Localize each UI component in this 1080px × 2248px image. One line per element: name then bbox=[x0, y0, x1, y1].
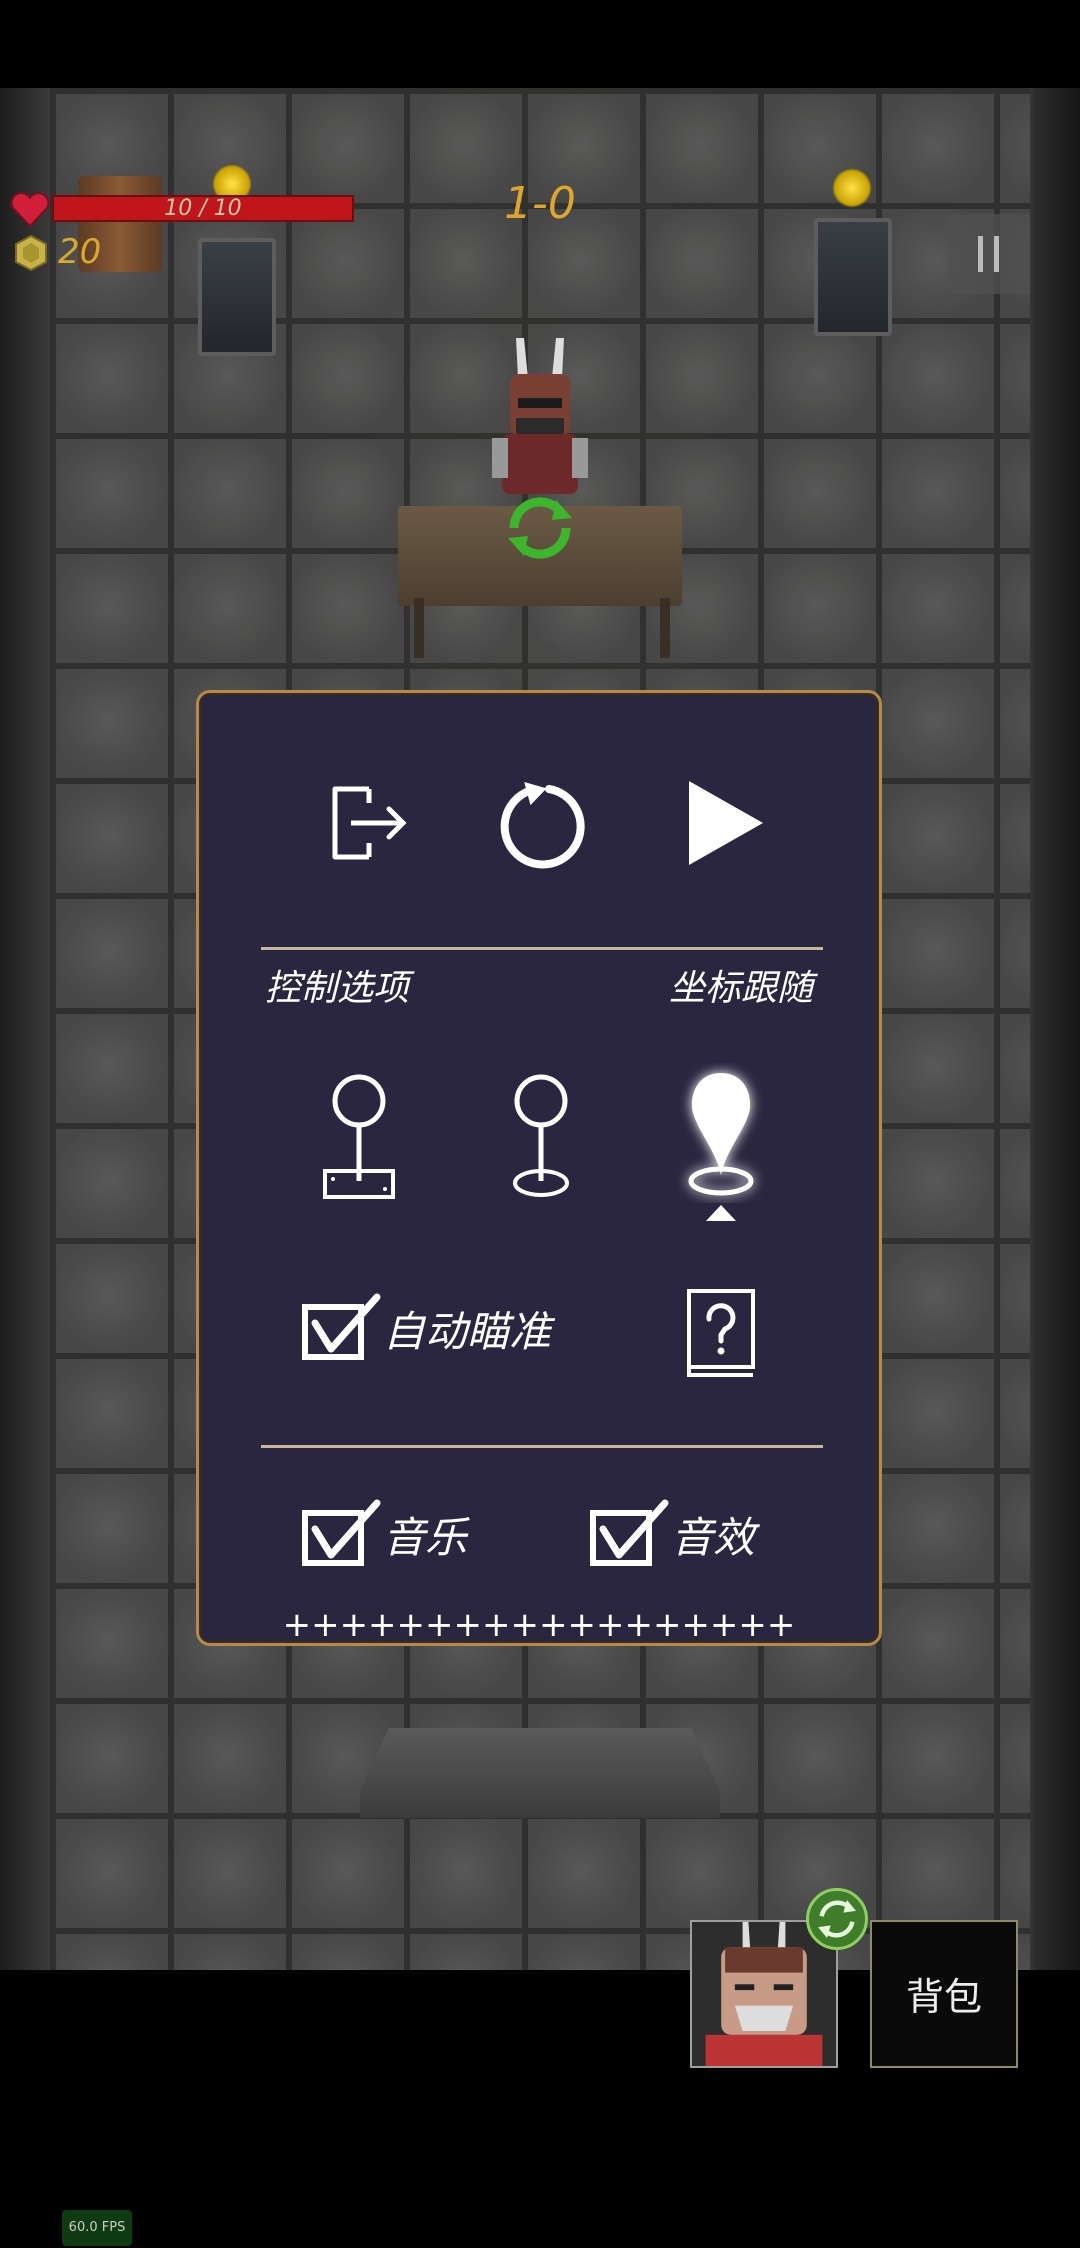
floating-joystick-icon[interactable] bbox=[501, 1073, 581, 1203]
checkbox-checked-icon bbox=[302, 1293, 381, 1360]
checkbox-checked-icon bbox=[590, 1499, 669, 1566]
heart-icon bbox=[10, 192, 50, 228]
music-toggle[interactable]: 音乐 bbox=[301, 1499, 467, 1569]
left-torch-pillar bbox=[198, 238, 276, 356]
level-indicator: 1-0 bbox=[504, 178, 576, 229]
sound-effects-toggle[interactable]: 音效 bbox=[589, 1499, 755, 1569]
table-leg bbox=[414, 598, 424, 658]
auto-aim-toggle[interactable]: 自动瞄准 bbox=[301, 1293, 551, 1363]
pause-bar-left bbox=[978, 236, 983, 272]
sound-effects-label: 音效 bbox=[671, 1512, 756, 1562]
divider-bottom bbox=[261, 1445, 823, 1448]
divider-top bbox=[261, 947, 823, 950]
right-torch-flame bbox=[832, 168, 872, 208]
restart-icon[interactable] bbox=[491, 773, 591, 873]
stone-pedestal bbox=[360, 1728, 720, 1818]
fps-counter: 60.0 FPS bbox=[62, 2210, 132, 2246]
help-book-icon[interactable] bbox=[681, 1283, 761, 1383]
coin-icon bbox=[15, 234, 47, 272]
selected-indicator-arrow-icon bbox=[706, 1205, 736, 1221]
refresh-icon[interactable] bbox=[500, 488, 580, 568]
checkbox-checked-icon bbox=[302, 1499, 381, 1566]
exit-icon[interactable] bbox=[317, 773, 417, 873]
backpack-label: 背包 bbox=[905, 1975, 982, 2019]
control-options-label: 控制选项 bbox=[265, 968, 410, 1009]
settings-panel: 控制选项 坐标跟随 自动瞄准 音乐 音效 ++++++++++++++++++ bbox=[196, 690, 882, 1646]
pause-button[interactable] bbox=[948, 214, 1030, 294]
pause-bar-right bbox=[994, 236, 999, 272]
health-text: 10 / 10 bbox=[164, 196, 242, 221]
resume-play-icon[interactable] bbox=[671, 773, 771, 873]
right-torch-pillar bbox=[814, 218, 892, 336]
volume-slider[interactable]: ++++++++++++++++++ bbox=[199, 1605, 879, 1645]
table-leg bbox=[660, 598, 670, 658]
bunny-eared-character bbox=[492, 338, 588, 494]
backpack-button[interactable]: 背包 bbox=[870, 1920, 1018, 2068]
character-face-icon bbox=[705, 1922, 823, 2066]
auto-aim-label: 自动瞄准 bbox=[383, 1306, 552, 1356]
coordinate-follow-pin-icon[interactable] bbox=[671, 1063, 771, 1203]
music-label: 音乐 bbox=[383, 1512, 468, 1562]
swap-character-icon[interactable] bbox=[806, 1888, 868, 1950]
coordinate-follow-label: 坐标跟随 bbox=[669, 968, 814, 1009]
coin-count: 20 bbox=[58, 232, 102, 272]
fixed-joystick-icon[interactable] bbox=[319, 1073, 399, 1203]
